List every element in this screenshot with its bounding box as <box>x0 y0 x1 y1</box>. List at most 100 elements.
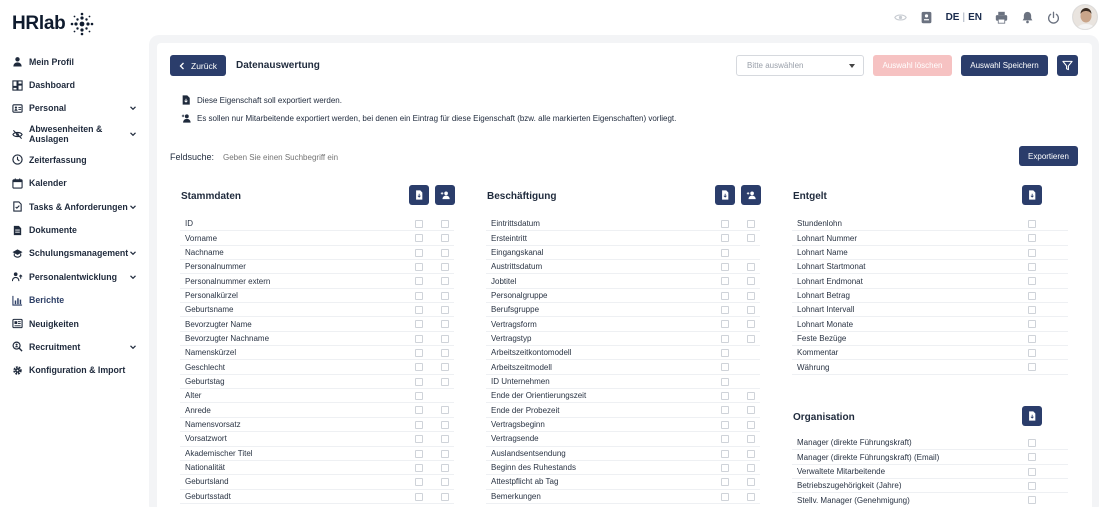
export-checkbox[interactable] <box>1028 334 1036 343</box>
filter-checkbox[interactable] <box>747 478 755 487</box>
export-checkbox[interactable] <box>415 449 423 458</box>
printer-icon[interactable] <box>994 10 1008 24</box>
lang-de[interactable]: DE <box>946 12 960 23</box>
filter-checkbox[interactable] <box>441 420 449 429</box>
filter-button[interactable] <box>1057 55 1078 76</box>
lang-en[interactable]: EN <box>968 12 982 23</box>
export-checkbox[interactable] <box>415 263 423 272</box>
export-checkbox[interactable] <box>1028 482 1036 491</box>
filter-checkbox[interactable] <box>441 377 449 386</box>
export-checkbox[interactable] <box>1028 496 1036 505</box>
select-all-export-button[interactable] <box>409 185 429 205</box>
export-checkbox[interactable] <box>1028 291 1036 300</box>
export-checkbox[interactable] <box>1028 349 1036 358</box>
chevron-down-icon[interactable] <box>129 130 137 138</box>
export-checkbox[interactable] <box>1028 439 1036 447</box>
export-checkbox[interactable] <box>721 320 729 329</box>
sidebar-item-berichte[interactable]: Berichte <box>0 289 145 312</box>
sidebar-item-mein-profil[interactable]: Mein Profil <box>0 50 145 73</box>
filter-checkbox[interactable] <box>441 435 449 444</box>
export-checkbox[interactable] <box>721 449 729 458</box>
id-card-icon[interactable] <box>920 10 934 24</box>
delete-selection-button[interactable]: Auswahl löschen <box>873 55 952 76</box>
filter-checkbox[interactable] <box>441 320 449 329</box>
export-checkbox[interactable] <box>415 220 423 228</box>
export-checkbox[interactable] <box>721 420 729 429</box>
export-checkbox[interactable] <box>721 277 729 286</box>
export-checkbox[interactable] <box>721 306 729 315</box>
back-button[interactable]: Zurück <box>170 55 226 76</box>
filter-checkbox[interactable] <box>747 492 755 501</box>
filter-checkbox[interactable] <box>747 220 755 228</box>
sidebar-item-kalender[interactable]: Kalender <box>0 172 145 195</box>
export-checkbox[interactable] <box>721 492 729 501</box>
export-checkbox[interactable] <box>415 277 423 286</box>
filter-checkbox[interactable] <box>747 306 755 315</box>
export-button[interactable]: Exportieren <box>1019 146 1078 166</box>
chevron-down-icon[interactable] <box>129 104 137 112</box>
export-checkbox[interactable] <box>1028 263 1036 272</box>
filter-checkbox[interactable] <box>441 463 449 472</box>
chevron-down-icon[interactable] <box>129 203 137 211</box>
sidebar-item-abwesenheiten-auslagen[interactable]: Abwesenheiten & Auslagen <box>0 120 145 148</box>
sidebar-item-recruitment[interactable]: Recruitment <box>0 335 145 358</box>
select-all-export-button[interactable] <box>715 185 735 205</box>
filter-checkbox[interactable] <box>441 406 449 415</box>
sidebar-item-personalentwicklung[interactable]: Personalentwicklung <box>0 265 145 288</box>
export-checkbox[interactable] <box>415 463 423 472</box>
export-checkbox[interactable] <box>415 334 423 343</box>
filter-checkbox[interactable] <box>441 363 449 372</box>
filter-checkbox[interactable] <box>441 291 449 300</box>
filter-checkbox[interactable] <box>441 248 449 257</box>
export-checkbox[interactable] <box>1028 248 1036 257</box>
filter-checkbox[interactable] <box>441 492 449 501</box>
filter-checkbox[interactable] <box>441 220 449 228</box>
sidebar-item-konfiguration-import[interactable]: Konfiguration & Import <box>0 359 145 382</box>
filter-checkbox[interactable] <box>441 263 449 272</box>
filter-checkbox[interactable] <box>747 406 755 415</box>
export-checkbox[interactable] <box>721 349 729 358</box>
filter-checkbox[interactable] <box>441 334 449 343</box>
export-checkbox[interactable] <box>721 234 729 243</box>
field-search-input[interactable] <box>223 150 483 164</box>
export-checkbox[interactable] <box>1028 363 1036 372</box>
select-all-export-button[interactable] <box>1022 185 1042 205</box>
export-checkbox[interactable] <box>1028 306 1036 315</box>
sidebar-item-zeiterfassung[interactable]: Zeiterfassung <box>0 148 145 171</box>
select-all-filter-button[interactable] <box>435 185 455 205</box>
filter-checkbox[interactable] <box>441 306 449 315</box>
filter-checkbox[interactable] <box>747 435 755 444</box>
export-checkbox[interactable] <box>415 248 423 257</box>
filter-checkbox[interactable] <box>441 349 449 358</box>
select-all-filter-button[interactable] <box>741 185 761 205</box>
export-checkbox[interactable] <box>1028 234 1036 243</box>
export-checkbox[interactable] <box>415 349 423 358</box>
export-checkbox[interactable] <box>1028 220 1036 228</box>
filter-checkbox[interactable] <box>747 320 755 329</box>
user-avatar[interactable] <box>1072 4 1098 30</box>
export-checkbox[interactable] <box>415 478 423 487</box>
export-checkbox[interactable] <box>721 377 729 386</box>
filter-checkbox[interactable] <box>747 234 755 243</box>
export-checkbox[interactable] <box>721 406 729 415</box>
export-checkbox[interactable] <box>1028 467 1036 476</box>
export-checkbox[interactable] <box>721 334 729 343</box>
sidebar-item-dokumente[interactable]: Dokumente <box>0 218 145 241</box>
sidebar-item-personal[interactable]: Personal <box>0 97 145 120</box>
filter-checkbox[interactable] <box>747 263 755 272</box>
save-selection-button[interactable]: Auswahl Speichern <box>961 55 1048 76</box>
chevron-down-icon[interactable] <box>129 273 137 281</box>
sidebar-item-tasks-anforderungen[interactable]: Tasks & Anforderungen <box>0 195 145 218</box>
export-checkbox[interactable] <box>1028 277 1036 286</box>
filter-checkbox[interactable] <box>747 463 755 472</box>
sidebar-item-neuigkeiten[interactable]: Neuigkeiten <box>0 312 145 335</box>
filter-checkbox[interactable] <box>747 277 755 286</box>
export-checkbox[interactable] <box>721 363 729 372</box>
filter-checkbox[interactable] <box>747 449 755 458</box>
export-checkbox[interactable] <box>721 248 729 257</box>
filter-checkbox[interactable] <box>747 334 755 343</box>
chevron-down-icon[interactable] <box>129 249 137 257</box>
export-checkbox[interactable] <box>721 263 729 272</box>
export-checkbox[interactable] <box>721 392 729 401</box>
bell-icon[interactable] <box>1020 10 1034 24</box>
